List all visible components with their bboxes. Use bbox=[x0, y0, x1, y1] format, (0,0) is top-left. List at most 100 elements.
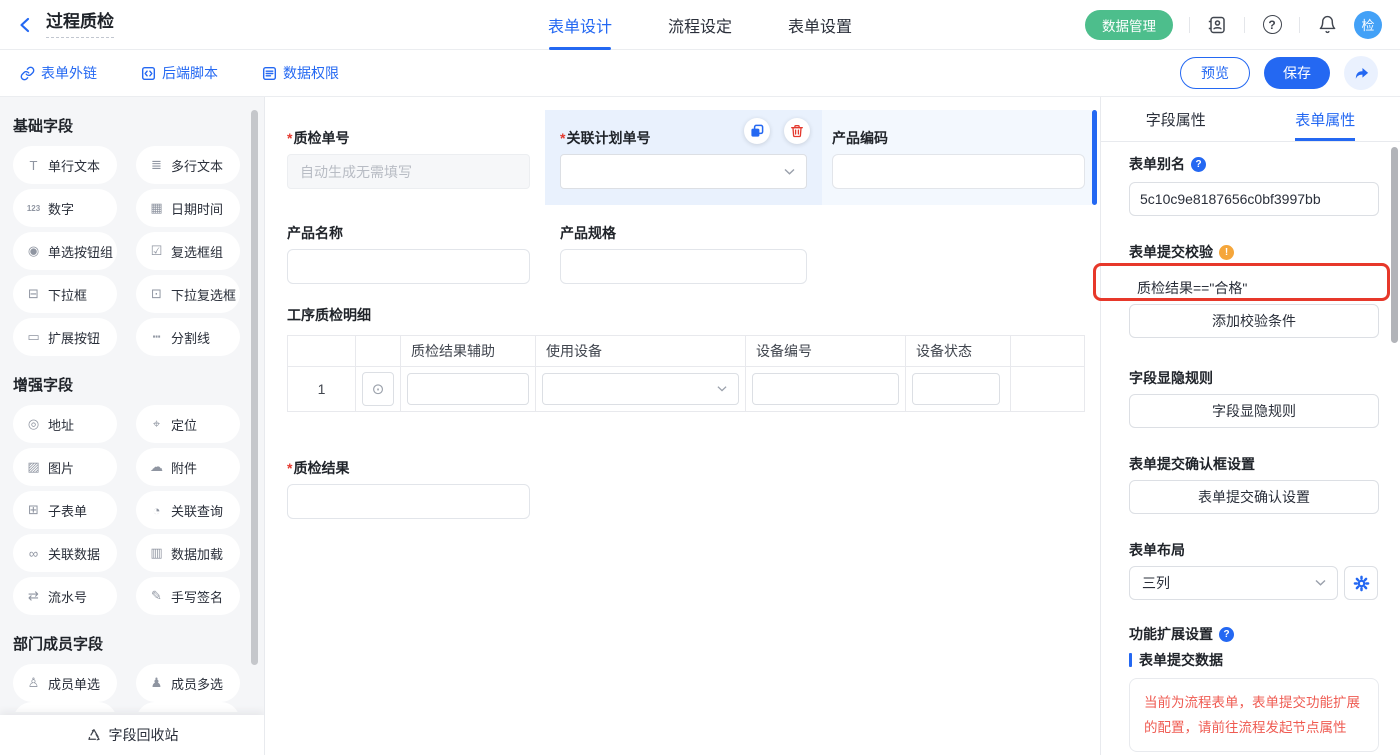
top-header: 过程质检 表单设计 流程设定 表单设置 数据管理 ? bbox=[0, 0, 1400, 50]
warning-icon: ! bbox=[1219, 245, 1234, 260]
sidebar-item-select[interactable]: ⊟下拉框 bbox=[13, 275, 117, 313]
accent-bar bbox=[1129, 653, 1132, 667]
sidebar-item-serial-number[interactable]: ⇄流水号 bbox=[13, 577, 117, 615]
sidebar-item-partial[interactable] bbox=[136, 702, 240, 712]
submit-confirm-button[interactable]: 表单提交确认设置 bbox=[1129, 480, 1379, 514]
field-label: 关联计划单号 bbox=[566, 130, 650, 146]
sidebar-item-multi-text[interactable]: ≣多行文本 bbox=[136, 146, 240, 184]
sidebar-item-subform[interactable]: ⊞子表单 bbox=[13, 491, 117, 529]
submit-validation-label: 表单提交校验 ! bbox=[1129, 242, 1378, 262]
checkbox-icon: ☑ bbox=[149, 243, 164, 259]
required-mark: * bbox=[560, 130, 565, 146]
sidebar-scrollbar[interactable] bbox=[251, 110, 258, 665]
device-code-input[interactable] bbox=[752, 373, 899, 405]
product-code-input[interactable] bbox=[832, 154, 1085, 189]
sidebar-item-extend-button[interactable]: ▭扩展按钮 bbox=[13, 318, 117, 356]
sidebar-item-partial[interactable] bbox=[13, 702, 117, 712]
cut-off-row bbox=[0, 702, 264, 712]
sidebar-item-number[interactable]: 123数字 bbox=[13, 189, 117, 227]
sidebar-item-locate[interactable]: ⌖定位 bbox=[136, 405, 240, 443]
address-pin-icon: ◎ bbox=[26, 416, 41, 432]
product-spec-input[interactable] bbox=[560, 249, 807, 284]
circle-dot-icon[interactable]: ⊙ bbox=[362, 372, 394, 406]
help-icon[interactable]: ? bbox=[1261, 14, 1283, 36]
sidebar-item-member-single[interactable]: ♙成员单选 bbox=[13, 664, 117, 702]
sidebar-item-multi-select[interactable]: ⊡下拉复选框 bbox=[136, 275, 240, 313]
header-right: 数据管理 ? 检 bbox=[1085, 10, 1400, 40]
field-visibility-label: 字段显隐规则 bbox=[1129, 368, 1378, 388]
help-icon[interactable]: ? bbox=[1191, 157, 1206, 172]
page-title[interactable]: 过程质检 bbox=[46, 12, 114, 38]
sidebar-item-radio-group[interactable]: ◉单选按钮组 bbox=[13, 232, 117, 270]
field-plan-number-selected[interactable]: *关联计划单号 bbox=[545, 110, 822, 205]
data-permission-link[interactable]: 数据权限 bbox=[262, 63, 339, 83]
extension-settings-label: 功能扩展设置 ? bbox=[1129, 624, 1378, 644]
device-used-select[interactable] bbox=[542, 373, 739, 405]
sidebar-item-linked-data[interactable]: ∞关联数据 bbox=[13, 534, 117, 572]
sidebar-item-signature[interactable]: ✎手写签名 bbox=[136, 577, 240, 615]
sidebar-item-datetime[interactable]: ▦日期时间 bbox=[136, 189, 240, 227]
canvas-scrollbar[interactable] bbox=[1092, 110, 1097, 205]
tab-form-setting[interactable]: 表单设置 bbox=[788, 0, 852, 50]
layout-select[interactable]: 三列 bbox=[1129, 566, 1338, 600]
avatar[interactable]: 检 bbox=[1354, 11, 1382, 39]
sidebar-item-image[interactable]: ▨图片 bbox=[13, 448, 117, 486]
product-name-input[interactable] bbox=[287, 249, 530, 284]
sidebar-item-checkbox-group[interactable]: ☑复选框组 bbox=[136, 232, 240, 270]
device-status-input[interactable] bbox=[912, 373, 1000, 405]
tab-field-properties[interactable]: 字段属性 bbox=[1101, 97, 1251, 141]
field-qc-result[interactable]: *质检结果 bbox=[272, 450, 545, 545]
preview-button[interactable]: 预览 bbox=[1180, 57, 1250, 89]
sidebar-item-lookup-query[interactable]: ◔关联查询 bbox=[136, 491, 240, 529]
share-button[interactable] bbox=[1344, 56, 1378, 90]
share-arrow-icon bbox=[1353, 65, 1370, 82]
form-canvas: *质检单号 自动生成无需填写 *关联计划单号 bbox=[265, 97, 1100, 755]
cell-device-code bbox=[746, 367, 906, 411]
form-external-link[interactable]: 表单外链 bbox=[20, 63, 97, 83]
sidebar-item-address[interactable]: ◎地址 bbox=[13, 405, 117, 443]
field-visibility-button[interactable]: 字段显隐规则 bbox=[1129, 394, 1379, 428]
delete-field-button[interactable] bbox=[784, 118, 810, 144]
dropdown-icon: ⊟ bbox=[26, 286, 41, 302]
back-icon[interactable] bbox=[14, 13, 38, 37]
add-validation-button[interactable]: 添加校验条件 bbox=[1129, 304, 1379, 338]
layout-settings-button[interactable] bbox=[1344, 566, 1378, 600]
form-alias-input[interactable] bbox=[1129, 182, 1379, 216]
warning-text: 当前为流程表单，表单提交功能扩展的配置，请前往流程发起节点属性 bbox=[1144, 690, 1364, 740]
validation-rule-item[interactable]: 质检结果=="合格" bbox=[1129, 272, 1378, 304]
data-manage-button[interactable]: 数据管理 bbox=[1085, 10, 1173, 40]
tab-form-properties[interactable]: 表单属性 bbox=[1251, 97, 1400, 141]
field-recycle-bin[interactable]: 字段回收站 bbox=[0, 715, 264, 755]
field-product-name[interactable]: 产品名称 bbox=[272, 205, 545, 300]
section-title-member-fields: 部门成员字段 bbox=[13, 633, 264, 654]
table-header: 设备状态 bbox=[906, 336, 1011, 367]
help-icon[interactable]: ? bbox=[1219, 627, 1234, 642]
qc-result-input[interactable] bbox=[287, 484, 530, 519]
table-header: 使用设备 bbox=[536, 336, 746, 367]
sidebar-item-attachment[interactable]: ☁附件 bbox=[136, 448, 240, 486]
tab-form-design[interactable]: 表单设计 bbox=[548, 0, 612, 50]
sidebar-item-divider-line[interactable]: ┅分割线 bbox=[136, 318, 240, 356]
plan-number-select[interactable] bbox=[560, 154, 807, 189]
field-product-code[interactable]: 产品编码 bbox=[822, 110, 1092, 205]
sidebar-item-single-text[interactable]: T单行文本 bbox=[13, 146, 117, 184]
contact-book-icon[interactable] bbox=[1206, 14, 1228, 36]
row-index: 1 bbox=[288, 367, 356, 411]
copy-field-button[interactable] bbox=[744, 118, 770, 144]
panel-scrollbar[interactable] bbox=[1391, 147, 1398, 343]
save-button[interactable]: 保存 bbox=[1264, 57, 1330, 89]
field-subform-process-qc[interactable]: 工序质检明细 质检结果辅助 使用设备 设备编号 设备状态 1 ⊙ bbox=[272, 300, 1085, 412]
field-product-spec[interactable]: 产品规格 bbox=[545, 205, 822, 300]
sidebar-item-data-load[interactable]: ▥数据加载 bbox=[136, 534, 240, 572]
header-left: 过程质检 bbox=[0, 12, 114, 38]
submit-confirm-label: 表单提交确认框设置 bbox=[1129, 454, 1378, 474]
qc-result-assist-input[interactable] bbox=[407, 373, 529, 405]
field-qc-number[interactable]: *质检单号 自动生成无需填写 bbox=[272, 110, 545, 205]
chevron-down-icon bbox=[784, 168, 795, 175]
notification-bell-icon[interactable] bbox=[1316, 14, 1338, 36]
qc-number-input[interactable]: 自动生成无需填写 bbox=[287, 154, 530, 189]
backend-script-link[interactable]: 后端脚本 bbox=[141, 63, 218, 83]
sidebar-item-member-multi[interactable]: ♟成员多选 bbox=[136, 664, 240, 702]
tab-flow-setting[interactable]: 流程设定 bbox=[668, 0, 732, 50]
divider bbox=[1244, 17, 1245, 33]
